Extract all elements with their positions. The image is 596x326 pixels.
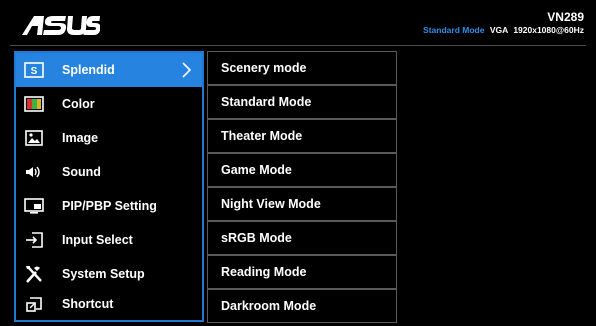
image-icon — [24, 129, 44, 147]
model-info: VN289 Standard Mode VGA 1920x1080@60Hz — [324, 10, 584, 36]
status-mode: Standard Mode — [423, 25, 485, 35]
menu-label: PIP/PBP Setting — [62, 199, 157, 213]
submenu-item-scenery[interactable]: Scenery mode — [207, 51, 397, 85]
tools-icon — [24, 265, 44, 283]
status-input: VGA — [489, 25, 508, 35]
menu-label: System Setup — [62, 267, 145, 281]
menu-label: Sound — [62, 165, 101, 179]
submenu-label: Darkroom Mode — [221, 299, 317, 313]
chevron-right-icon — [182, 62, 192, 78]
submenu-label: sRGB Mode — [221, 231, 292, 245]
header-divider — [10, 45, 586, 46]
submenu-item-game[interactable]: Game Mode — [207, 153, 397, 187]
splendid-s-icon: S — [24, 61, 44, 79]
main-menu: S Splendid Color Image Sound PIP/PBP Set… — [14, 51, 204, 322]
model-name: VN289 — [547, 10, 584, 24]
submenu-item-reading[interactable]: Reading Mode — [207, 255, 397, 289]
menu-item-splendid[interactable]: S Splendid — [16, 53, 202, 87]
submenu-item-standard[interactable]: Standard Mode — [207, 85, 397, 119]
splendid-submenu: Scenery mode Standard Mode Theater Mode … — [207, 51, 397, 323]
menu-label: Input Select — [62, 233, 133, 247]
menu-item-input-select[interactable]: Input Select — [16, 223, 202, 257]
menu-item-shortcut[interactable]: Shortcut — [16, 287, 202, 321]
submenu-label: Standard Mode — [221, 95, 312, 109]
submenu-label: Scenery mode — [221, 61, 307, 75]
menu-label: Shortcut — [62, 297, 114, 311]
status-line: Standard Mode VGA 1920x1080@60Hz — [324, 24, 584, 36]
svg-text:S: S — [31, 66, 38, 77]
menu-label: Image — [62, 131, 99, 145]
menu-item-system-setup[interactable]: System Setup — [16, 257, 202, 291]
menu-label: Splendid — [62, 63, 115, 77]
submenu-label: Theater Mode — [221, 129, 303, 143]
color-icon — [24, 95, 44, 113]
submenu-label: Game Mode — [221, 163, 292, 177]
submenu-item-srgb[interactable]: sRGB Mode — [207, 221, 397, 255]
osd-screen: VN289 Standard Mode VGA 1920x1080@60Hz S… — [0, 0, 596, 326]
submenu-item-theater[interactable]: Theater Mode — [207, 119, 397, 153]
menu-item-pip-pbp[interactable]: PIP/PBP Setting — [16, 189, 202, 223]
speaker-icon — [24, 163, 44, 181]
asus-logo — [22, 16, 100, 35]
menu-item-sound[interactable]: Sound — [16, 155, 202, 189]
submenu-label: Night View Mode — [221, 197, 321, 211]
submenu-item-night-view[interactable]: Night View Mode — [207, 187, 397, 221]
shortcut-icon — [24, 295, 44, 313]
menu-label: Color — [62, 97, 95, 111]
status-resolution: 1920x1080@60Hz — [513, 25, 584, 35]
submenu-label: Reading Mode — [221, 265, 307, 279]
menu-item-image[interactable]: Image — [16, 121, 202, 155]
pip-icon — [24, 197, 44, 215]
submenu-item-darkroom[interactable]: Darkroom Mode — [207, 289, 397, 323]
input-select-icon — [24, 231, 44, 249]
menu-item-color[interactable]: Color — [16, 87, 202, 121]
